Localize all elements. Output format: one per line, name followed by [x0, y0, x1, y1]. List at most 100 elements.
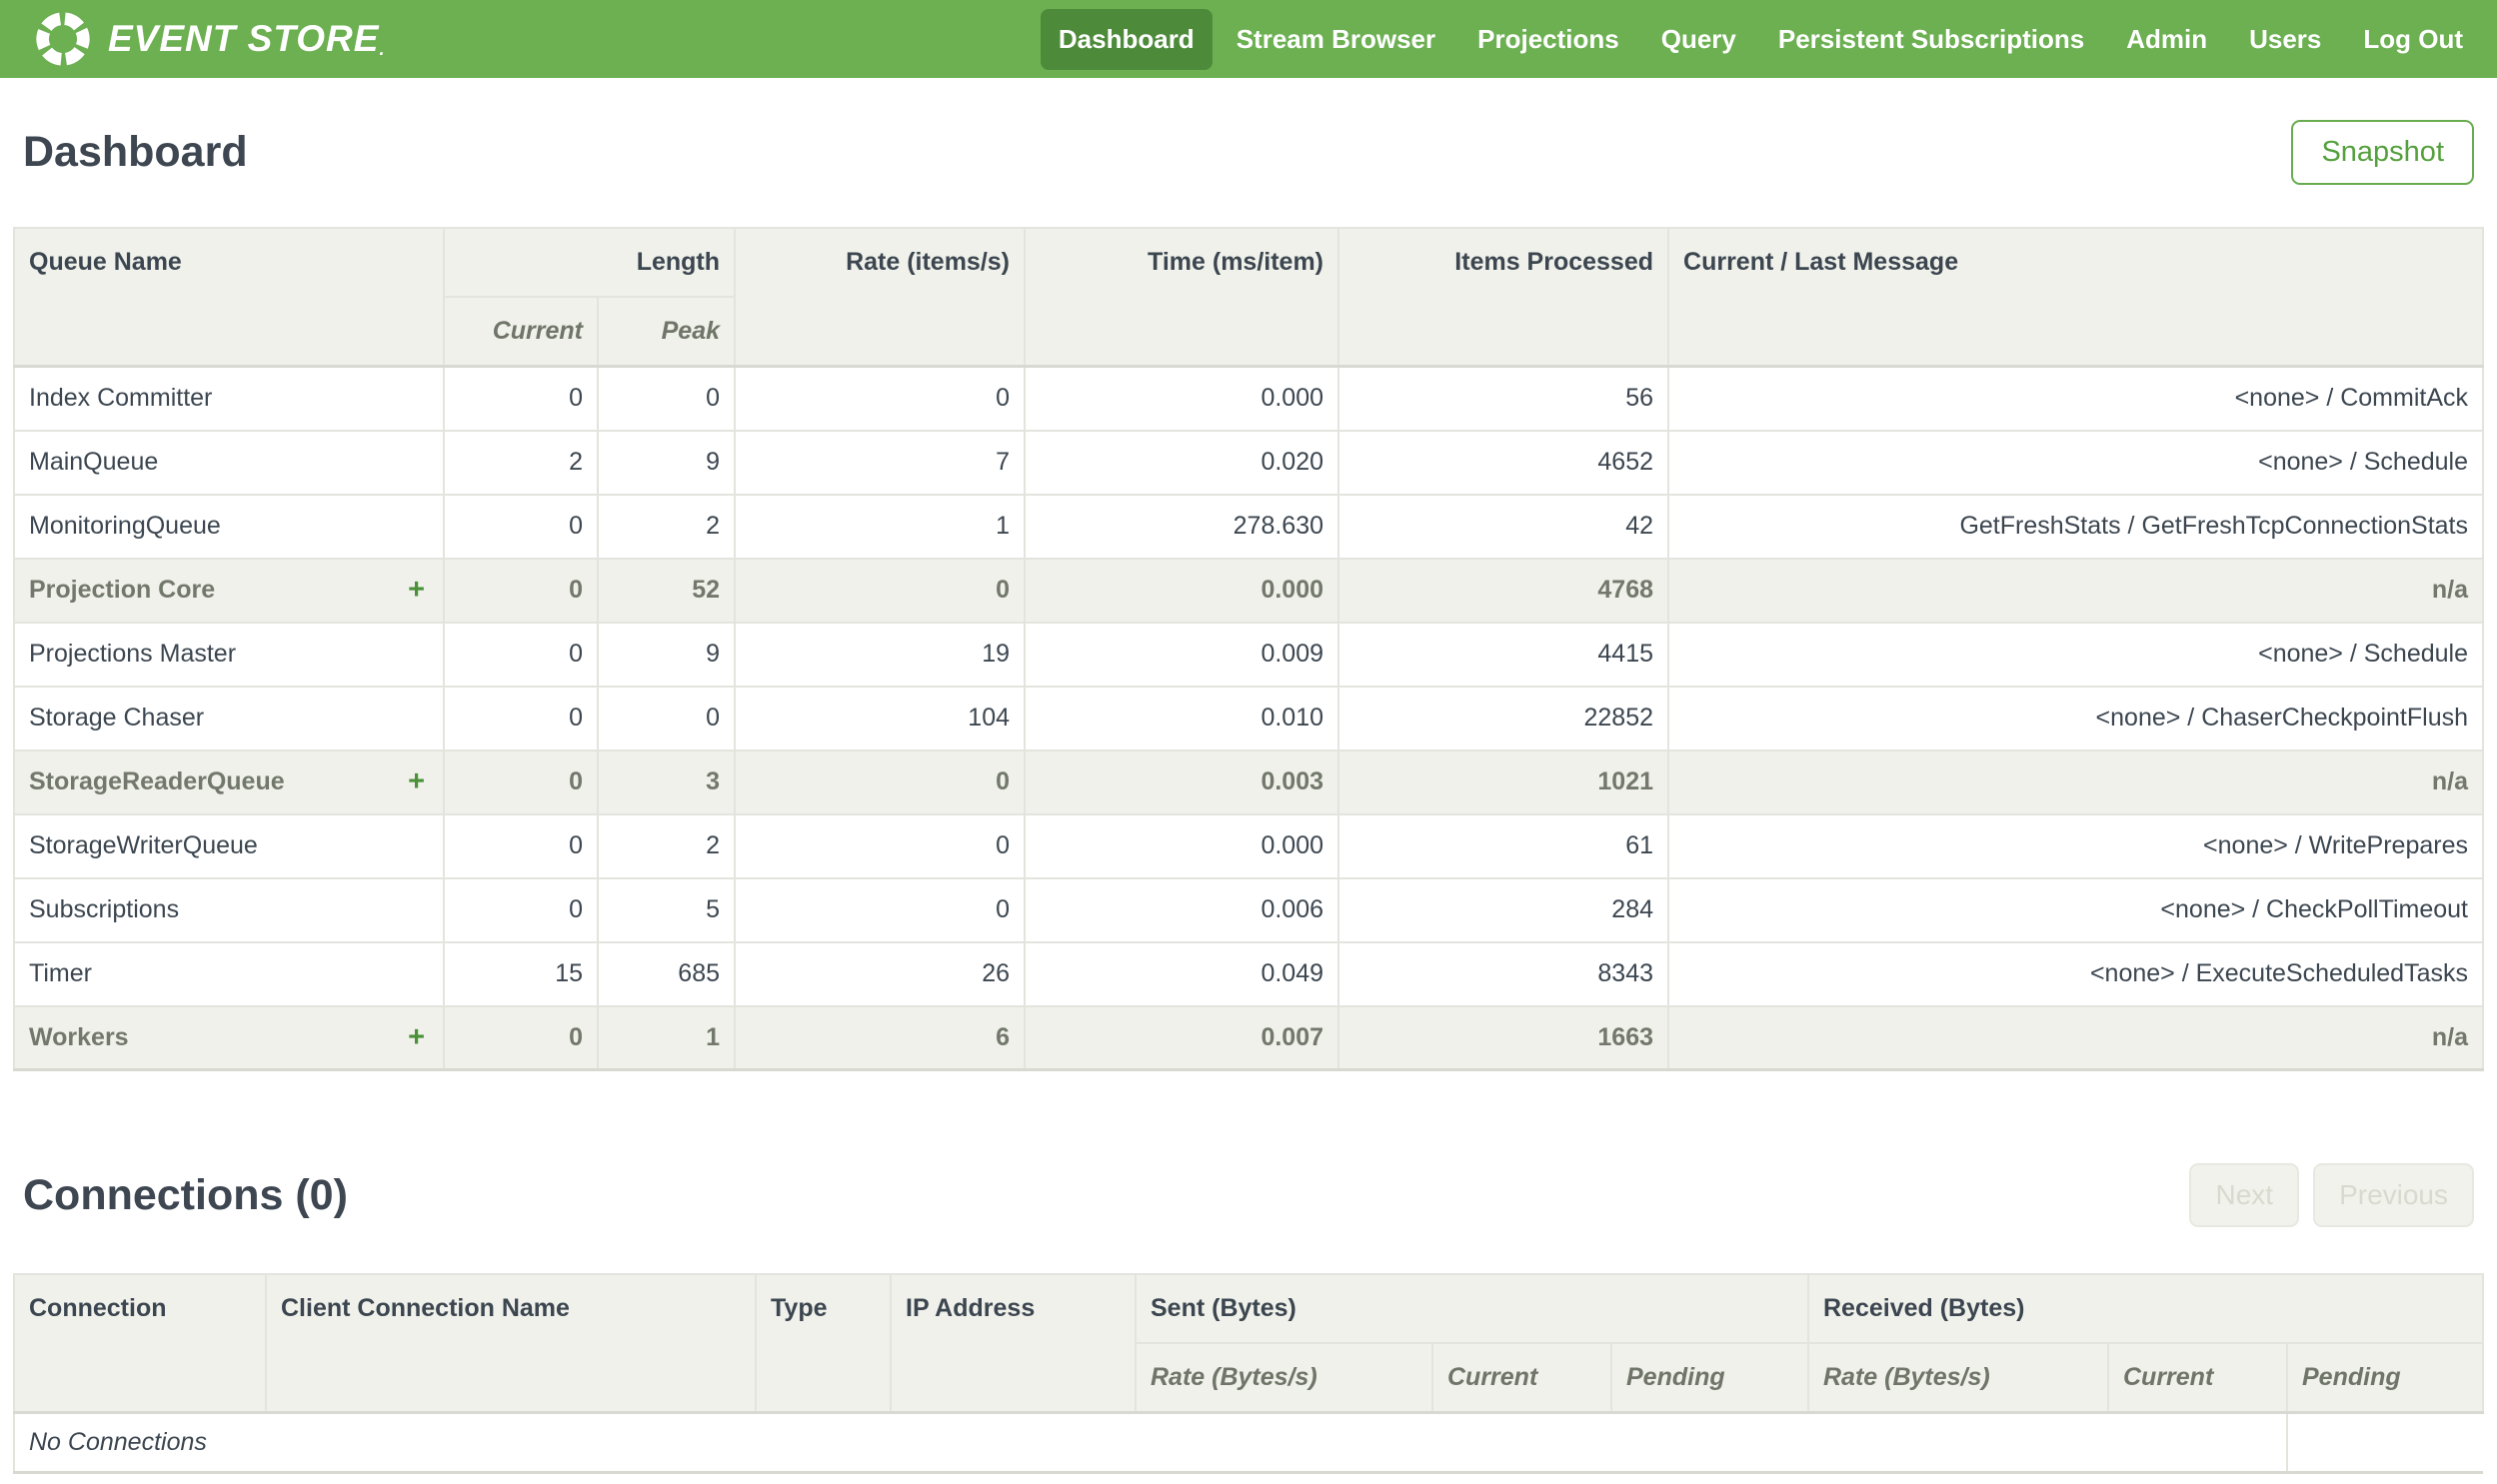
- length-current-header: Current: [443, 296, 599, 368]
- queue-name-cell: StorageReaderQueue +: [13, 748, 445, 815]
- queue-items-cell: 8343: [1337, 940, 1670, 1007]
- brand-title: EVENT STORE.: [108, 18, 386, 59]
- connections-table-header: Connection Client Connection Name Type I…: [13, 1273, 2484, 1414]
- queue-items-cell: 4415: [1337, 621, 1670, 688]
- queue-items-cell: 56: [1337, 365, 1670, 432]
- queue-time-cell: 0.000: [1024, 812, 1340, 879]
- queue-name: Index Committer: [29, 384, 213, 413]
- page-title: Dashboard: [23, 128, 248, 176]
- queue-row: StorageReaderQueue +0 3 0 0.003 1021 n/a: [13, 748, 2484, 815]
- length-peak-header: Peak: [596, 296, 737, 368]
- event-store-logo-icon: [34, 10, 92, 68]
- queue-name-cell: Timer: [13, 940, 445, 1007]
- queue-name: Storage Chaser: [29, 704, 205, 732]
- queue-current-cell: 0: [443, 812, 599, 879]
- queue-message-cell: <none> / WritePrepares: [1667, 812, 2484, 879]
- queue-name-cell: Index Committer: [13, 365, 445, 432]
- sent-current-header: Current: [1431, 1342, 1612, 1414]
- connections-table: Connection Client Connection Name Type I…: [13, 1273, 2484, 1474]
- queue-rate-cell: 7: [734, 429, 1027, 496]
- queue-peak-cell: 0: [596, 685, 737, 751]
- queue-rate-cell: 0: [734, 365, 1027, 432]
- queue-message-cell: n/a: [1667, 748, 2484, 815]
- queue-name: Workers: [29, 1022, 129, 1051]
- queue-row: Subscriptions 0 5 0 0.006 284 <none> / CheckPo…: [13, 876, 2484, 943]
- queue-time-cell: 0.010: [1024, 685, 1340, 751]
- nav-item-projections[interactable]: Projections: [1459, 9, 1637, 70]
- queue-current-cell: 0: [443, 685, 599, 751]
- queue-peak-cell: 9: [596, 621, 737, 688]
- nav-items: Dashboard Stream Browser Projections Query P…: [1040, 8, 2481, 70]
- main-content: Dashboard Snapshot Queue Name Length Rat…: [0, 120, 2497, 1474]
- queue-message-cell: n/a: [1667, 557, 2484, 624]
- queue-name-cell: Subscriptions: [13, 876, 445, 943]
- queue-row: StorageWriterQueue 0 2 0 0.000 61 <none> / Wri…: [13, 812, 2484, 879]
- queue-current-cell: 0: [443, 493, 599, 560]
- nav-item-log-out[interactable]: Log Out: [2345, 9, 2481, 70]
- queue-peak-cell: 9: [596, 429, 737, 496]
- queue-name-cell: Projection Core +: [13, 557, 445, 624]
- nav-item-query[interactable]: Query: [1643, 9, 1754, 70]
- sent-pending-header: Pending: [1610, 1342, 1809, 1414]
- queue-row: MainQueue 2 9 7 0.020 4652 <none> / Schedule: [13, 429, 2484, 496]
- previous-button[interactable]: Previous: [2313, 1163, 2474, 1227]
- queue-row: Storage Chaser 0 0 104 0.010 22852 <none> / Ch…: [13, 685, 2484, 751]
- queue-row: Projections Master 0 9 19 0.009 4415 <none> / …: [13, 621, 2484, 688]
- queue-name-cell: MainQueue: [13, 429, 445, 496]
- page-head: Dashboard Snapshot: [23, 120, 2474, 185]
- nav-item-admin[interactable]: Admin: [2108, 9, 2225, 70]
- queues-table-header: Queue Name Length Rate (items/s) Time (m…: [13, 227, 2484, 368]
- queue-rate-cell: 0: [734, 557, 1027, 624]
- queue-row: Timer 15 685 26 0.049 8343 <none> / ExecuteSch…: [13, 940, 2484, 1007]
- queue-name: StorageWriterQueue: [29, 831, 258, 859]
- brand-mark: .: [379, 39, 386, 59]
- queue-current-cell: 0: [443, 876, 599, 943]
- queue-name-cell: Projections Master: [13, 621, 445, 688]
- expand-queue-button[interactable]: +: [408, 1021, 425, 1054]
- expand-queue-button[interactable]: +: [408, 574, 425, 607]
- queue-name: StorageReaderQueue: [29, 767, 285, 795]
- connections-pager: Next Previous: [2189, 1163, 2474, 1227]
- queue-name-cell: Storage Chaser: [13, 685, 445, 751]
- queue-peak-cell: 2: [596, 493, 737, 560]
- queue-name-header: Queue Name: [13, 227, 445, 368]
- brand: EVENT STORE.: [34, 10, 385, 68]
- length-header: Length: [442, 227, 737, 298]
- queue-peak-cell: 52: [596, 557, 737, 624]
- queue-current-cell: 0: [443, 557, 599, 624]
- queue-time-cell: 0.006: [1024, 876, 1340, 943]
- queue-name: MonitoringQueue: [29, 512, 221, 540]
- queue-name-cell: StorageWriterQueue: [13, 812, 445, 879]
- queue-current-cell: 2: [443, 429, 599, 496]
- sent-bytes-header: Sent (Bytes): [1135, 1273, 1809, 1344]
- queue-message-cell: <none> / CommitAck: [1667, 365, 2484, 432]
- connection-header: Connection: [13, 1273, 267, 1414]
- nav-item-users[interactable]: Users: [2231, 9, 2339, 70]
- connections-table-body: No Connections: [13, 1411, 2483, 1474]
- queue-current-cell: 15: [443, 940, 599, 1007]
- queue-current-cell: 0: [443, 365, 599, 432]
- queue-rate-cell: 6: [734, 1004, 1027, 1071]
- nav-item-persistent-subscriptions[interactable]: Persistent Subscriptions: [1760, 9, 2102, 70]
- queue-time-cell: 278.630: [1024, 493, 1340, 560]
- queue-items-cell: 22852: [1337, 685, 1670, 751]
- queue-items-cell: 1663: [1337, 1004, 1670, 1071]
- type-header: Type: [755, 1273, 892, 1414]
- queue-current-cell: 0: [443, 621, 599, 688]
- queue-current-cell: 0: [443, 1004, 599, 1071]
- nav-item-stream-browser[interactable]: Stream Browser: [1219, 9, 1453, 70]
- queue-items-cell: 1021: [1337, 748, 1670, 815]
- expand-queue-button[interactable]: +: [408, 765, 425, 798]
- queue-current-cell: 0: [443, 748, 599, 815]
- snapshot-button[interactable]: Snapshot: [2291, 120, 2474, 185]
- queue-time-cell: 0.049: [1024, 940, 1340, 1007]
- next-button[interactable]: Next: [2189, 1163, 2300, 1227]
- queue-peak-cell: 685: [596, 940, 737, 1007]
- queue-peak-cell: 0: [596, 365, 737, 432]
- queue-message-cell: <none> / Schedule: [1667, 621, 2484, 688]
- nav-item-dashboard[interactable]: Dashboard: [1040, 8, 1213, 70]
- queue-row: MonitoringQueue 0 2 1 278.630 42 GetFreshStats…: [13, 493, 2484, 560]
- queue-rate-cell: 0: [734, 876, 1027, 943]
- queue-name: Projection Core: [29, 576, 216, 604]
- queue-name: MainQueue: [29, 448, 159, 476]
